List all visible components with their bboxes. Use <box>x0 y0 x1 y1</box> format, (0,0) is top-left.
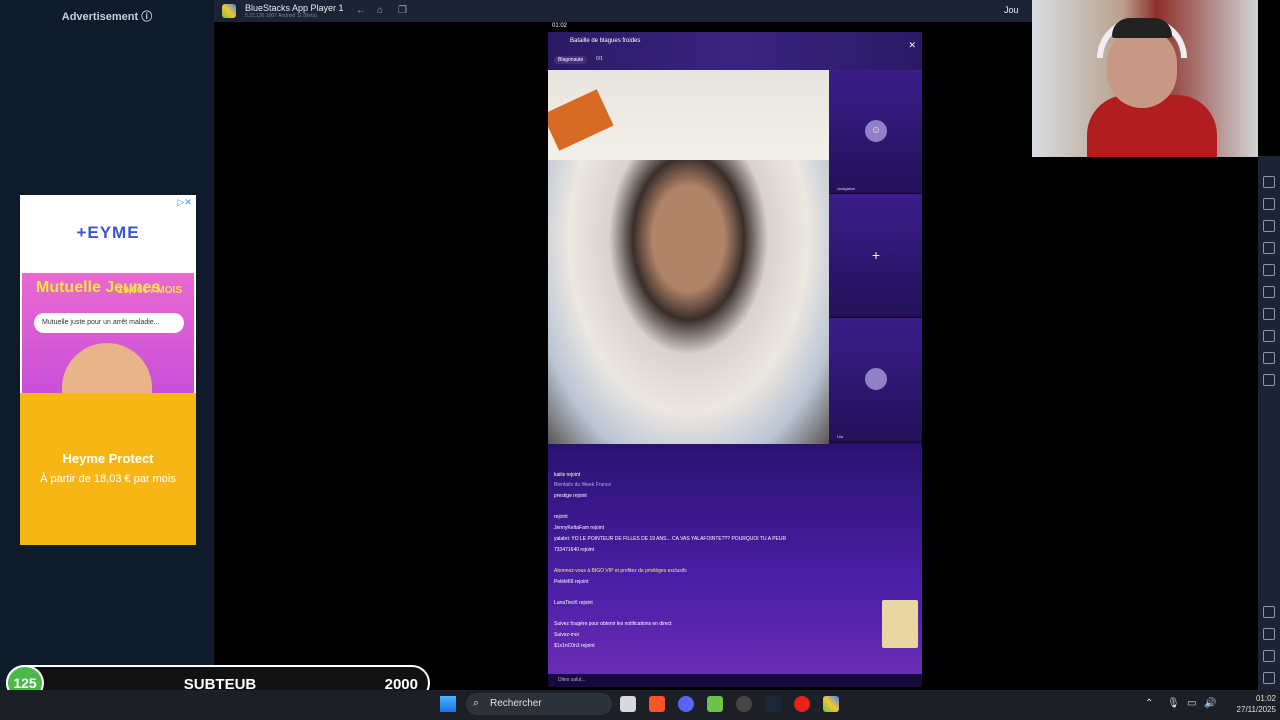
game-center-link[interactable]: Jou <box>1004 5 1019 15</box>
room-count: 0/1 <box>596 56 603 62</box>
ad-brand-logo: +EYME <box>76 223 140 242</box>
bluestacks-version: 5.22.130.1007 Android 11 (Beta) <box>245 13 317 19</box>
sidebar-sync-icon[interactable] <box>1263 374 1275 386</box>
guest-seat-3[interactable]: Lila <box>829 318 922 442</box>
ad-search-field[interactable]: Mutuelle juste pour un arrêt maladie... <box>34 313 184 333</box>
chat-area[interactable]: kaiiis rejoint Bienfaits du Week France … <box>548 444 922 674</box>
seat-name: Lila <box>837 434 844 439</box>
room-header: Bataille de blagues froides Blagonaute 0… <box>548 32 922 70</box>
recent-icon[interactable] <box>1263 672 1275 684</box>
avatar: ☺ <box>865 120 887 142</box>
clock-time: 01:02 <box>1255 694 1276 703</box>
seat-name: chatglaive <box>837 186 856 191</box>
webcam-cap <box>1112 18 1172 38</box>
chat-line: prestige rejoint <box>554 493 587 499</box>
home-icon[interactable]: ⌂ <box>377 5 383 16</box>
youtube-icon[interactable] <box>794 696 810 712</box>
back-icon[interactable] <box>1263 628 1275 640</box>
sidebar-macro-icon[interactable] <box>1263 264 1275 276</box>
ad-cta-panel[interactable]: Heyme Protect À partir de 18,03 € par mo… <box>20 393 196 545</box>
sidebar-record-icon[interactable] <box>1263 220 1275 232</box>
home-icon[interactable] <box>1263 650 1275 662</box>
chat-line: Suivez-moi <box>554 632 579 638</box>
search-icon: ⌕ <box>473 697 480 709</box>
bluestacks-title: BlueStacks App Player 1 <box>245 3 344 13</box>
taskbar-clock[interactable]: 01:02 27/11/2025 <box>1224 693 1276 715</box>
advertisement-label: Advertisement ⓘ <box>61 11 153 23</box>
taskbar-search[interactable]: ⌕ Rechercher <box>466 693 612 715</box>
chat-line: Pelélé69 rejoint <box>554 579 589 585</box>
sidebar-eco-icon[interactable] <box>1263 308 1275 320</box>
bluestacks-taskbar-icon[interactable] <box>823 696 839 712</box>
phone-screen: 01:02 Bataille de blagues froides Blagon… <box>548 22 922 687</box>
gift-banner-icon[interactable] <box>882 600 918 648</box>
ad-close-icon[interactable]: ▷✕ <box>178 197 192 208</box>
ad-promo-panel[interactable]: Mutuelle Jeunes 19,66€ / MOIS Mutuelle j… <box>22 273 194 403</box>
settings-icon[interactable] <box>1263 606 1275 618</box>
discord-icon[interactable] <box>678 696 694 712</box>
room-tag[interactable]: Blagonaute <box>554 56 588 64</box>
microphone-icon[interactable]: 🎙 <box>1167 698 1180 709</box>
webcam-overlay <box>1032 0 1258 157</box>
bluestacks-logo-icon <box>222 4 236 18</box>
app-green-icon[interactable] <box>707 696 723 712</box>
android-statusbar: 01:02 <box>548 22 922 32</box>
host-video[interactable] <box>548 70 829 444</box>
add-seat-icon[interactable]: + <box>865 244 887 266</box>
brave-browser-icon[interactable] <box>649 696 665 712</box>
sidebar-screenshot-icon[interactable] <box>1263 198 1275 210</box>
chat-input[interactable]: Dites salut... <box>548 674 922 687</box>
chat-line: Abonnez-vous à BIGO VIP et profitez de p… <box>554 568 687 574</box>
room-title[interactable]: Bataille de blagues froides <box>570 38 640 44</box>
back-arrow-icon[interactable]: ← <box>356 5 366 16</box>
sidebar-files-icon[interactable] <box>1263 286 1275 298</box>
ad-headline: Heyme Protect <box>62 451 154 466</box>
sidebar-location-icon[interactable] <box>1263 330 1275 342</box>
tray-chevron-icon[interactable]: ⌃ <box>1145 698 1153 709</box>
windows-taskbar <box>0 690 1280 720</box>
chat-line: yalabri: YO LE POINTEUR DE FILLES DE 19 … <box>554 536 787 542</box>
guest-seat-2[interactable]: + <box>829 194 922 318</box>
chat-line: 733471640 rejoint <box>554 547 595 553</box>
taskbar-search-label: Rechercher <box>490 698 542 709</box>
chat-line: JennyKettaFam rejoint <box>554 525 605 531</box>
bluestacks-sidebar <box>1258 156 1280 690</box>
ad-promo-price: 19,66€ / MOIS <box>117 285 182 296</box>
recent-apps-icon[interactable]: ❐ <box>398 5 407 16</box>
ad-subline: À partir de 18,03 € par mois <box>40 473 176 485</box>
close-icon[interactable]: ✕ <box>908 40 916 51</box>
windows-start-icon[interactable] <box>440 696 456 712</box>
sidebar-keyboard-icon[interactable] <box>1263 176 1275 188</box>
volume-icon[interactable]: 🔊 <box>1204 698 1216 709</box>
chat-line: Suivez fougère pour obtenir les notifica… <box>554 621 672 627</box>
chat-line: LunaTiecK rejoint <box>554 600 593 606</box>
guest-seat-1[interactable]: ☺ chatglaive <box>829 70 922 194</box>
chat-line: $1x1nC0n3 rejoint <box>554 643 595 649</box>
file-explorer-icon[interactable] <box>620 696 636 712</box>
chat-line: Bienfaits du Week France <box>554 482 612 488</box>
sidebar-instances-icon[interactable] <box>1263 352 1275 364</box>
obs-icon[interactable] <box>736 696 752 712</box>
network-icon[interactable]: ▭ <box>1187 698 1196 709</box>
clock-date: 27/11/2025 <box>1236 705 1276 714</box>
chat-line: kaiiis rejoint <box>554 472 581 478</box>
steam-icon[interactable] <box>765 696 781 712</box>
sidebar-media-icon[interactable] <box>1263 242 1275 254</box>
chat-line: rejoint <box>554 514 568 520</box>
ad-banner[interactable]: ▷✕ +EYME Mutuelle Jeunes 19,66€ / MOIS M… <box>20 195 196 545</box>
avatar <box>865 368 887 390</box>
